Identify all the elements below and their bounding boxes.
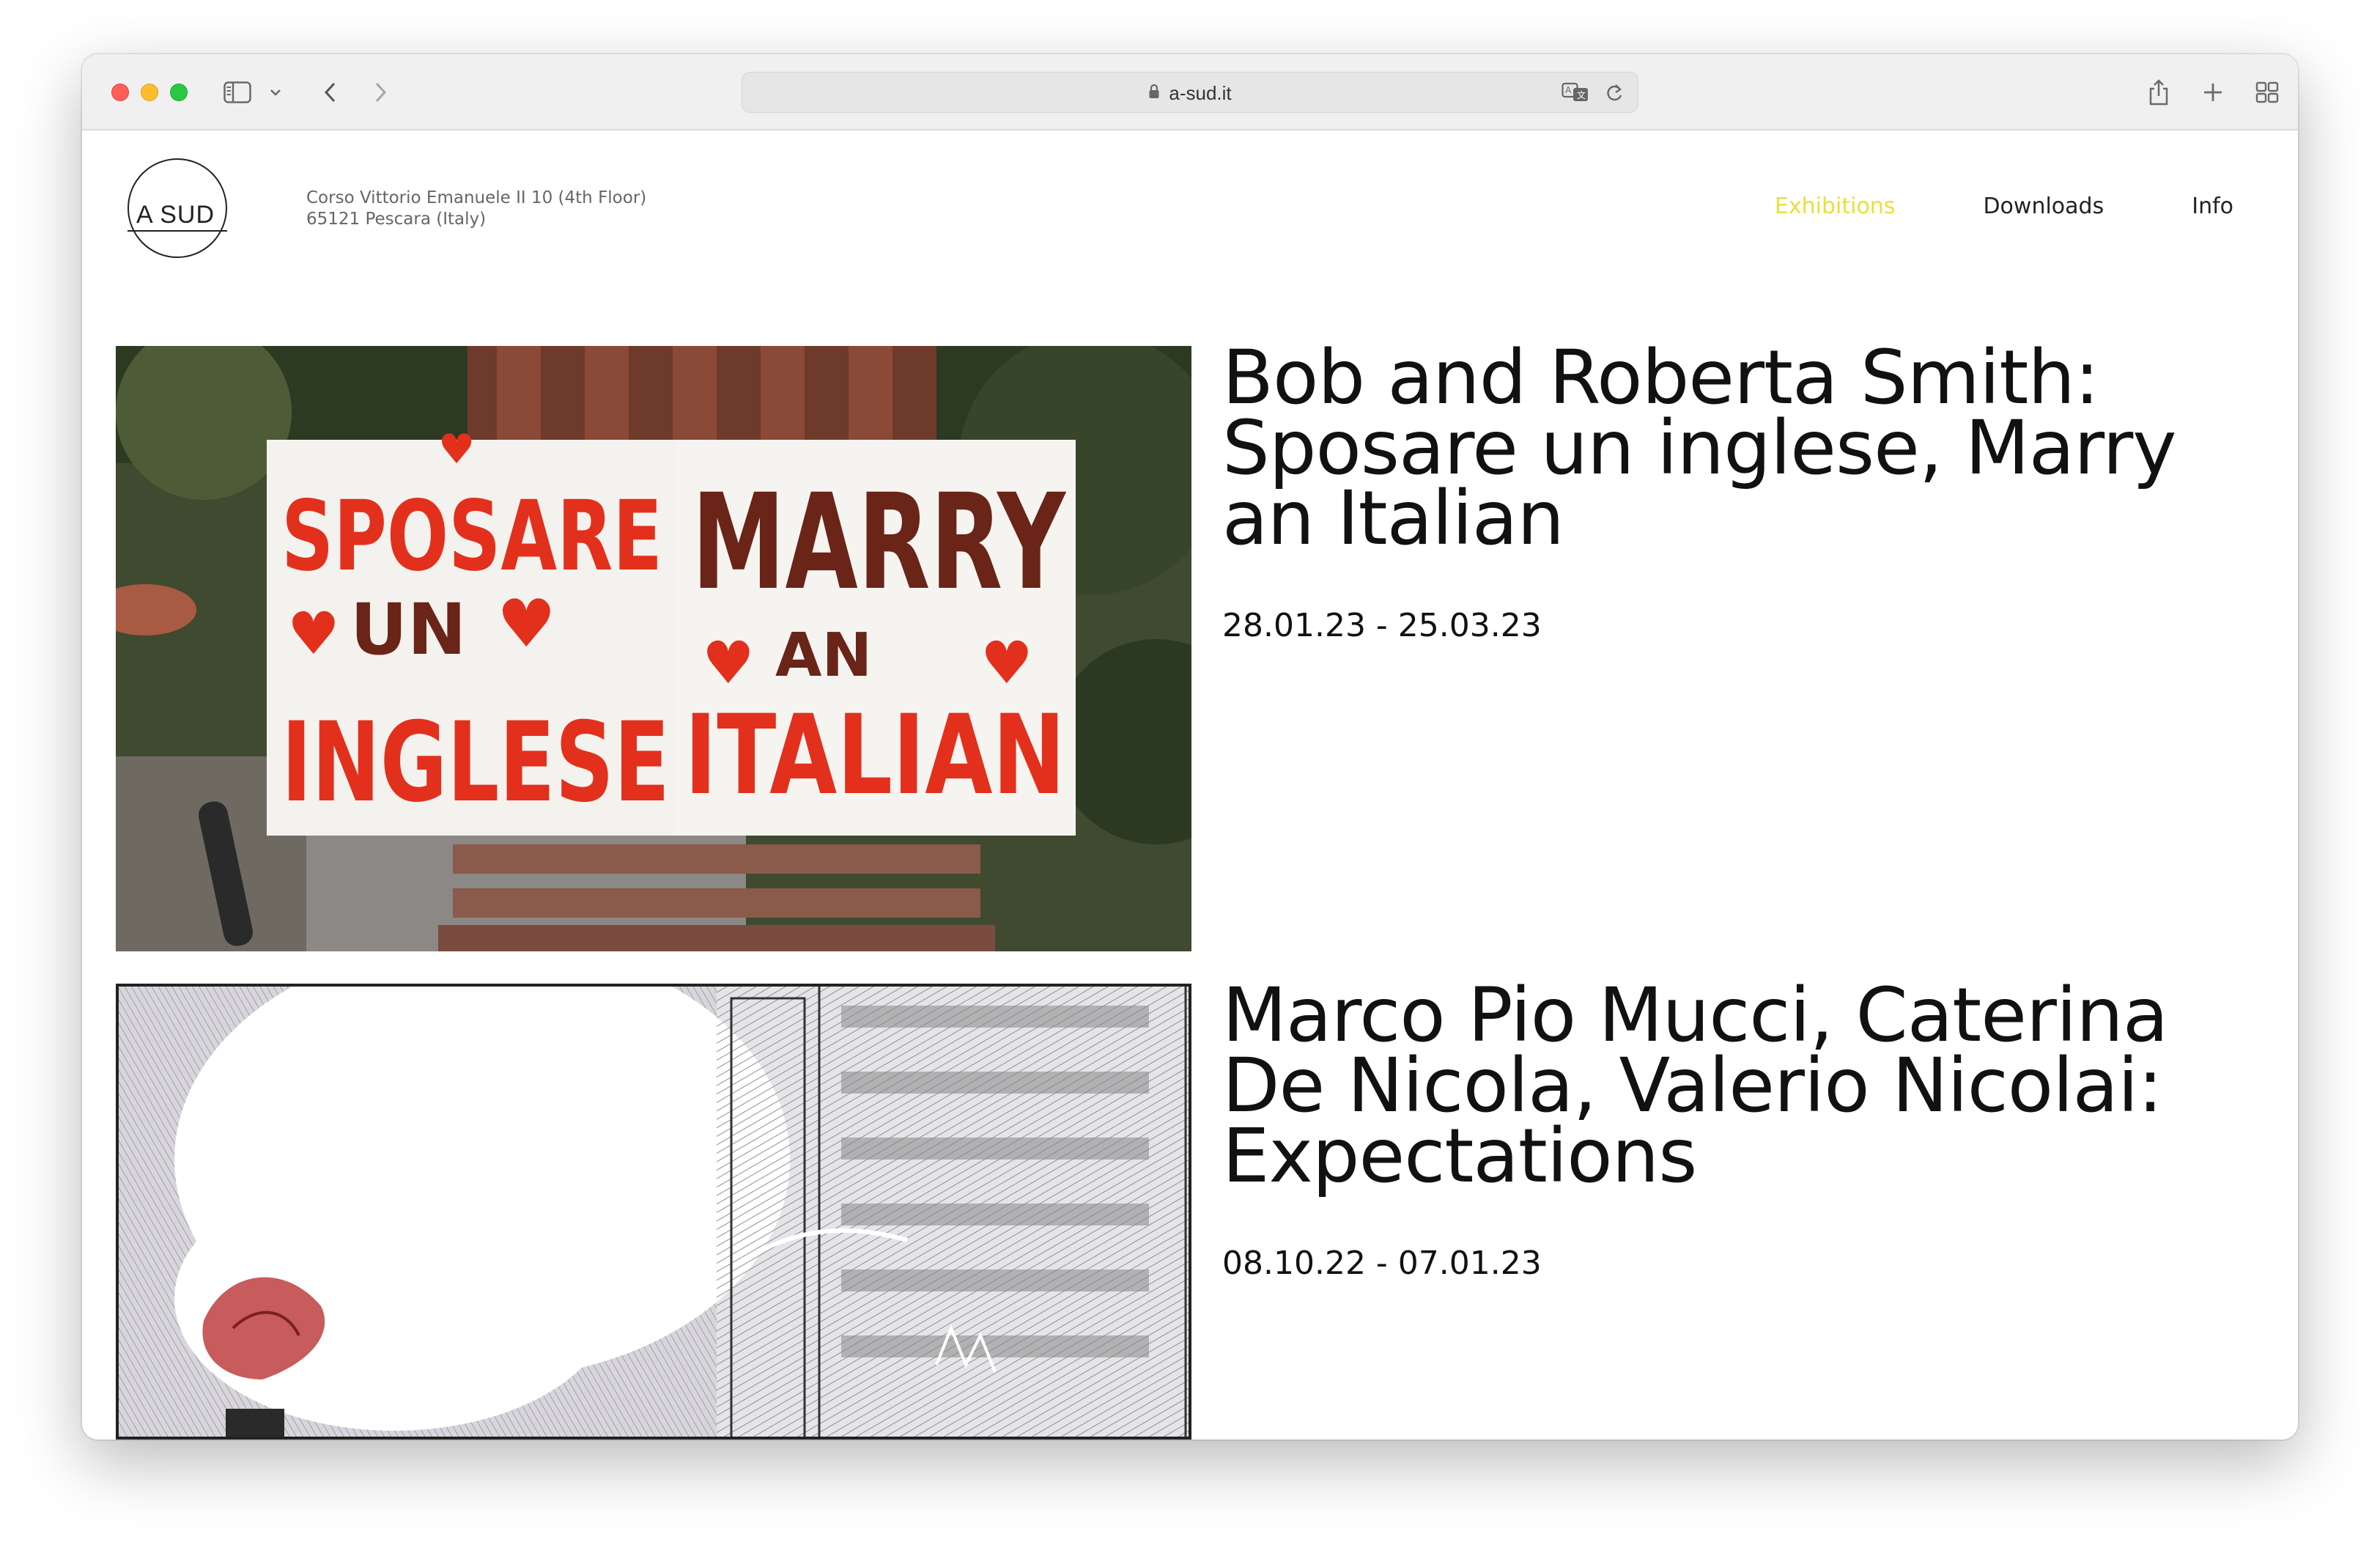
svg-text:♥: ♥ — [702, 629, 755, 697]
svg-text:MARRY: MARRY — [692, 466, 1067, 619]
exhibition-dates: 08.10.22 - 07.01.23 — [1222, 1245, 1542, 1282]
signs-photo: SPOSARE UN INGLESE MARRY AN ITALIAN ♥ ♥ … — [116, 346, 1191, 951]
traffic-lights — [111, 84, 188, 101]
svg-text:SPOSARE: SPOSARE — [281, 480, 662, 593]
drawing-illustration — [116, 984, 1191, 1440]
svg-text:♥: ♥ — [438, 426, 475, 473]
address-line-2: 65121 Pescara (Italy) — [306, 210, 487, 229]
browser-toolbar: a-sud.it A文 — [82, 54, 2298, 130]
svg-text:UN: UN — [350, 589, 466, 671]
exhibition-image[interactable]: SPOSARE UN INGLESE MARRY AN ITALIAN ♥ ♥ … — [116, 346, 1191, 951]
site-address: Corso Vittorio Emanuele II 10 (4th Floor… — [306, 188, 646, 230]
translate-icon[interactable]: A文 — [1562, 82, 1589, 106]
svg-text:♥: ♥ — [980, 629, 1033, 697]
nav-exhibitions[interactable]: Exhibitions — [1775, 194, 1896, 219]
svg-text:文: 文 — [1577, 89, 1586, 100]
logo-text: A SUD — [136, 201, 215, 229]
minimize-window-button[interactable] — [141, 84, 158, 101]
close-window-button[interactable] — [111, 84, 129, 101]
main-navigation: Exhibitions Downloads Info — [1775, 194, 2233, 219]
nav-info[interactable]: Info — [2192, 194, 2233, 219]
exhibition-title[interactable]: Bob and Roberta Smith: Sposare un ingles… — [1222, 341, 2263, 556]
address-line-1: Corso Vittorio Emanuele II 10 (4th Floor… — [306, 188, 647, 207]
sidebar-icon[interactable] — [221, 76, 254, 108]
chevron-down-icon[interactable] — [267, 76, 284, 108]
exhibition-item[interactable]: SPOSARE UN INGLESE MARRY AN ITALIAN ♥ ♥ … — [116, 341, 2270, 951]
back-icon[interactable] — [315, 76, 344, 108]
svg-text:♥: ♥ — [287, 600, 340, 668]
forward-icon[interactable] — [366, 76, 396, 108]
exhibition-item[interactable]: Marco Pio Mucci, Caterina De Nicola, Val… — [116, 978, 2270, 1440]
new-tab-icon[interactable] — [2198, 76, 2228, 108]
exhibition-dates: 28.01.23 - 25.03.23 — [1222, 607, 1542, 644]
svg-text:AN: AN — [775, 621, 872, 690]
svg-text:ITALIAN: ITALIAN — [684, 692, 1065, 819]
address-bar[interactable]: a-sud.it A文 — [742, 72, 1638, 113]
nav-downloads[interactable]: Downloads — [1983, 194, 2104, 219]
svg-text:A: A — [1565, 85, 1572, 95]
share-icon[interactable] — [2144, 76, 2173, 108]
reload-icon[interactable] — [1604, 82, 1625, 108]
tab-overview-icon[interactable] — [2252, 76, 2282, 108]
browser-window: a-sud.it A文 A SUD Corso Vittorio Emanuel… — [82, 54, 2298, 1440]
lock-icon — [1148, 84, 1160, 103]
logo-underline — [128, 230, 227, 232]
svg-text:♥: ♥ — [497, 586, 556, 663]
exhibition-image[interactable] — [116, 984, 1191, 1440]
svg-text:INGLESE: INGLESE — [281, 699, 670, 827]
url-text: a-sud.it — [1169, 81, 1232, 104]
zoom-window-button[interactable] — [170, 84, 188, 101]
site-logo[interactable]: A SUD — [128, 158, 227, 258]
exhibition-title[interactable]: Marco Pio Mucci, Caterina De Nicola, Val… — [1222, 978, 2263, 1194]
web-page: A SUD Corso Vittorio Emanuele II 10 (4th… — [82, 130, 2298, 1440]
